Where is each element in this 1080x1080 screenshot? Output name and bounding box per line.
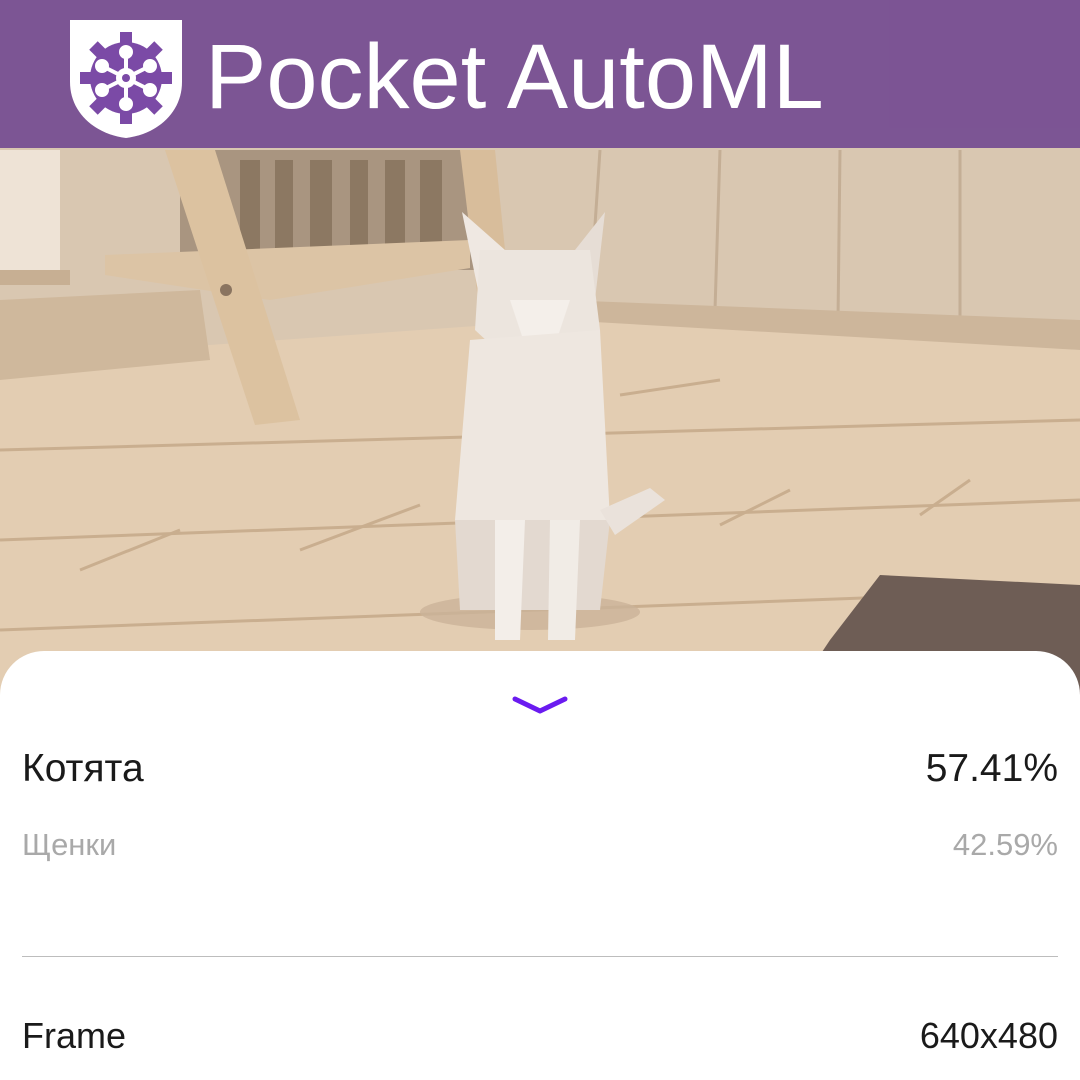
prediction-score: 57.41% <box>925 747 1058 790</box>
divider <box>22 956 1058 957</box>
app-title: Pocket AutoML <box>205 26 824 128</box>
prediction-label: Котята <box>22 747 144 790</box>
automl-gear-logo-icon <box>70 20 182 138</box>
prediction-score: 42.59% <box>952 827 1058 862</box>
prediction-row-second: Щенки 42.59% <box>22 827 1058 863</box>
chevron-down-icon[interactable] <box>510 693 570 719</box>
prediction-row-top: Котята 57.41% <box>22 747 1058 791</box>
app-header: Pocket AutoML <box>0 0 1080 148</box>
frame-label: Frame <box>22 1015 127 1056</box>
frame-info-row: Frame 640x480 <box>22 1015 1058 1057</box>
prediction-label: Щенки <box>22 827 117 862</box>
app-screen: Pocket AutoML Котята 57.41% Щенки 42.59%… <box>0 0 1080 1080</box>
results-bottom-sheet[interactable]: Котята 57.41% Щенки 42.59% Frame 640x480 <box>0 651 1080 1080</box>
frame-value: 640x480 <box>919 1015 1058 1056</box>
